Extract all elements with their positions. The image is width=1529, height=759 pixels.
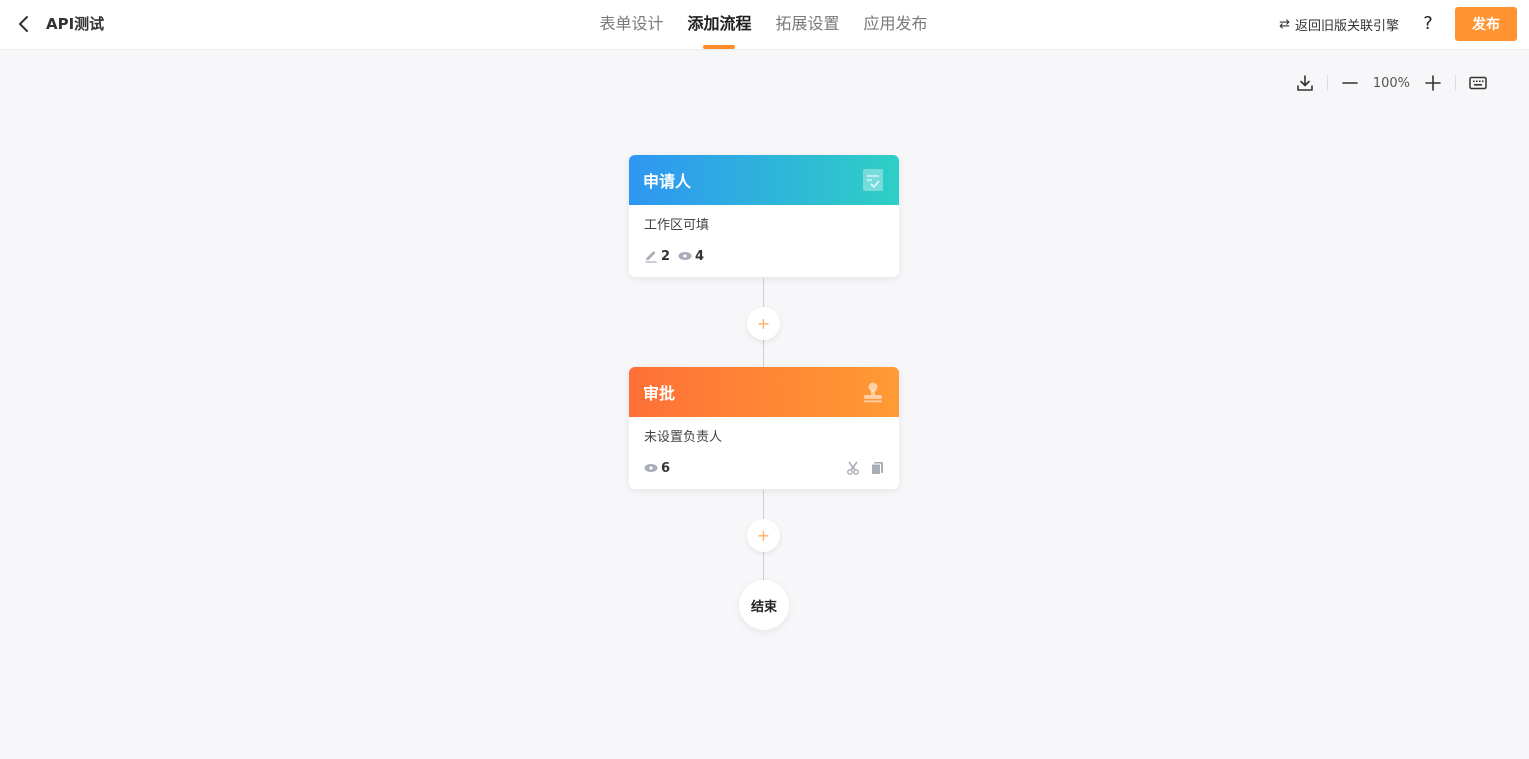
keyboard-shortcuts-button[interactable] xyxy=(1465,70,1491,96)
zoom-in-button[interactable] xyxy=(1420,70,1446,96)
toolbar-divider xyxy=(1326,75,1328,91)
node-description: 未设置负责人 xyxy=(644,430,723,445)
eye-icon xyxy=(678,252,692,260)
zoom-out-button[interactable] xyxy=(1337,70,1363,96)
tab-form-design[interactable]: 表单设计 xyxy=(599,0,663,50)
view-count: 6 xyxy=(661,460,671,476)
return-legacy-engine-link[interactable]: ⇄ 返回旧版关联引擎 xyxy=(1279,15,1399,34)
scissors-icon[interactable] xyxy=(846,461,860,475)
tab-add-process[interactable]: 添加流程 xyxy=(687,0,752,50)
applicant-node[interactable]: 申请人 工作区可填 2 4 xyxy=(629,155,899,277)
node-title: 申请人 xyxy=(643,172,692,191)
edit-count: 2 xyxy=(661,248,671,264)
swap-arrows-icon: ⇄ xyxy=(1279,16,1290,32)
pencil-icon xyxy=(645,251,657,263)
app-title: API测试 xyxy=(46,15,105,33)
node-header: 申请人 xyxy=(629,155,899,205)
download-button[interactable] xyxy=(1292,70,1318,96)
stamp-icon xyxy=(861,380,885,404)
add-node-button[interactable]: + xyxy=(747,307,780,340)
tab-extension-settings[interactable]: 拓展设置 xyxy=(776,0,840,50)
top-header: API测试 表单设计 添加流程 拓展设置 应用发布 ⇄ 返回旧版关联引擎 ? 发… xyxy=(0,0,1529,50)
node-description: 工作区可填 xyxy=(644,218,710,233)
end-node: 结束 xyxy=(739,580,789,630)
copy-icon[interactable] xyxy=(870,461,884,475)
download-icon xyxy=(1297,75,1313,91)
back-button[interactable]: API测试 xyxy=(14,13,104,35)
help-icon[interactable]: ? xyxy=(1417,13,1439,35)
add-node-button[interactable]: + xyxy=(747,519,780,552)
approval-node[interactable]: 审批 未设置负责人 6 xyxy=(629,367,899,489)
chevron-left-icon xyxy=(19,16,28,32)
view-count: 4 xyxy=(695,248,705,264)
tab-app-publish[interactable]: 应用发布 xyxy=(864,0,928,50)
zoom-level: 100% xyxy=(1372,75,1410,91)
legacy-link-label: 返回旧版关联引擎 xyxy=(1294,18,1399,34)
eye-icon xyxy=(644,464,658,472)
toolbar-divider xyxy=(1455,75,1456,91)
zoom-in-icon xyxy=(1425,75,1441,91)
node-title: 审批 xyxy=(643,384,676,403)
form-check-icon xyxy=(861,168,885,192)
node-header: 审批 xyxy=(629,367,899,417)
publish-button[interactable]: 发布 xyxy=(1455,7,1517,41)
canvas-toolbar: 100% xyxy=(1292,70,1491,96)
keyboard-icon xyxy=(1469,76,1487,90)
zoom-out-icon xyxy=(1342,82,1358,84)
